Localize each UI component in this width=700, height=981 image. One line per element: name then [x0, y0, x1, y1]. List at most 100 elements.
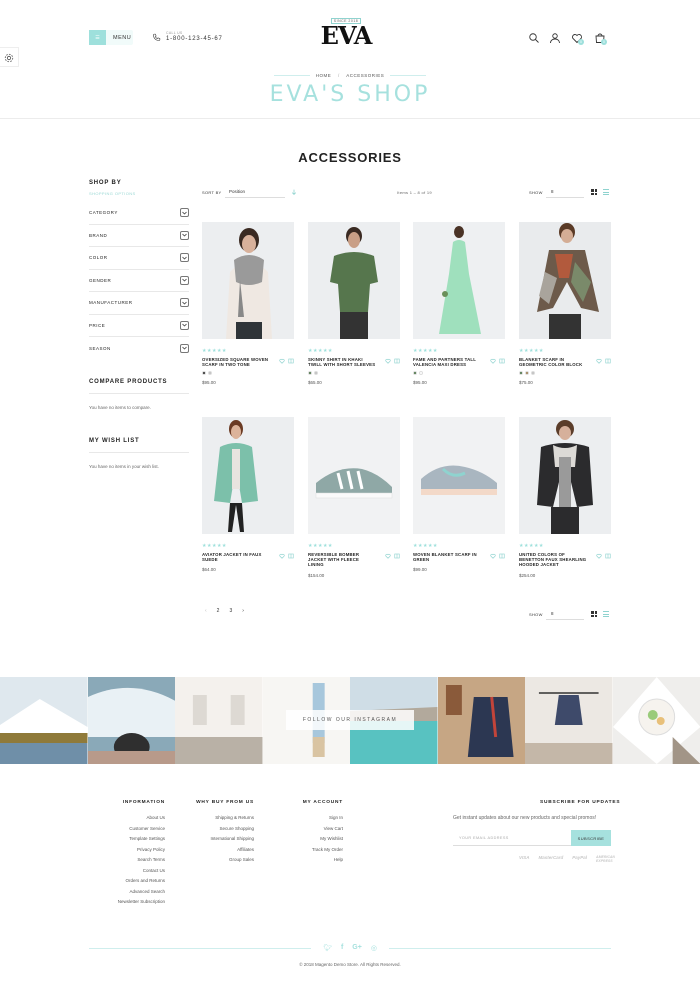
facebook-icon[interactable]: f	[341, 944, 343, 952]
product-name[interactable]: SKINNY SHIRT IN KHAKI TWILL WITH SHORT S…	[308, 357, 376, 367]
subscribe-button[interactable]: SUBSCRIBE	[571, 830, 611, 846]
footer-link[interactable]: Secure Shopping	[190, 824, 254, 835]
instagram-photo[interactable]	[612, 677, 700, 764]
swatch[interactable]	[413, 371, 417, 376]
grid-view-icon[interactable]	[591, 189, 597, 195]
wishlist-heart-icon[interactable]	[279, 553, 285, 559]
product-name[interactable]: OVERSIZED SQUARE WOVEN SCARF IN TWO TONE	[202, 357, 270, 367]
footer-link[interactable]: Search Terms	[100, 855, 165, 866]
footer-link[interactable]: Orders and Returns	[100, 876, 165, 887]
instagram-photo[interactable]	[525, 677, 613, 764]
product-card[interactable]: ★★★★★ FAME AND PARTNERS TALL VALENCIA MA…	[413, 222, 505, 385]
product-image[interactable]	[202, 417, 294, 534]
wishlist-heart-icon[interactable]	[490, 553, 496, 559]
filter-color[interactable]: COLOR	[89, 247, 189, 270]
pager-page[interactable]: 2	[217, 608, 220, 614]
footer-link[interactable]: Sign In	[290, 813, 343, 824]
compare-icon[interactable]	[499, 553, 505, 559]
product-image[interactable]	[413, 417, 505, 534]
footer-link[interactable]: Group Sales	[190, 855, 254, 866]
limiter-select-bottom[interactable]: 8	[546, 608, 584, 620]
swatch[interactable]	[531, 371, 535, 376]
wishlist-link[interactable]: 0	[571, 32, 585, 46]
instagram-photo[interactable]	[437, 677, 525, 764]
product-name[interactable]: UNITED COLORS OF BENETTON FAUX SHEARLING…	[519, 552, 587, 568]
wishlist-heart-icon[interactable]	[385, 358, 391, 364]
swatch[interactable]	[519, 371, 523, 376]
filter-category[interactable]: CATEGORY	[89, 202, 189, 225]
phone-number[interactable]: 1-800-123-45-67	[166, 36, 223, 42]
footer-link[interactable]: Contact Us	[100, 866, 165, 877]
compare-icon[interactable]	[499, 358, 505, 364]
account-icon[interactable]	[549, 32, 561, 44]
pager-next[interactable]: ›	[242, 608, 244, 614]
footer-link[interactable]: Privacy Policy	[100, 845, 165, 856]
instagram-photo[interactable]	[87, 677, 175, 764]
instagram-icon[interactable]: ◎	[371, 944, 377, 952]
footer-link[interactable]: Shipping & Returns	[190, 813, 254, 824]
follow-instagram-button[interactable]: FOLLOW OUR INSTAGRAM	[286, 710, 414, 730]
wishlist-heart-icon[interactable]	[385, 553, 391, 559]
wishlist-heart-icon[interactable]	[596, 553, 602, 559]
product-card[interactable]: ★★★★★ UNITED COLORS OF BENETTON FAUX SHE…	[519, 417, 611, 578]
compare-icon[interactable]	[288, 553, 294, 559]
footer-link[interactable]: Customer Service	[100, 824, 165, 835]
settings-panel-toggle[interactable]	[0, 47, 19, 67]
compare-icon[interactable]	[394, 358, 400, 364]
product-image[interactable]	[202, 222, 294, 339]
footer-link[interactable]: Advanced Search	[100, 887, 165, 898]
product-image[interactable]	[308, 222, 400, 339]
breadcrumb-home[interactable]: HOME	[316, 73, 332, 78]
footer-link[interactable]: View Cart	[290, 824, 343, 835]
swatch[interactable]	[419, 371, 423, 376]
cart-link[interactable]: 0	[594, 32, 608, 46]
footer-link[interactable]: Help	[290, 855, 343, 866]
compare-icon[interactable]	[394, 553, 400, 559]
wishlist-heart-icon[interactable]	[279, 358, 285, 364]
product-image[interactable]	[519, 222, 611, 339]
footer-link[interactable]: Newsletter Subscription	[100, 897, 165, 908]
footer-link[interactable]: Affiliates	[190, 845, 254, 856]
product-name[interactable]: WOVEN BLANKET SCARF IN GREEN	[413, 552, 481, 562]
sort-select[interactable]: Position	[225, 186, 285, 198]
product-name[interactable]: BLANKET SCARF IN GEOMETRIC COLOR BLOCK	[519, 357, 587, 367]
product-card[interactable]: ★★★★★ REVERSIBLE BOMBER JACKET WITH FLEE…	[308, 417, 400, 578]
compare-icon[interactable]	[605, 358, 611, 364]
instagram-photo[interactable]	[0, 677, 88, 764]
filter-gender[interactable]: GENDER	[89, 270, 189, 292]
list-view-icon[interactable]	[603, 189, 609, 195]
product-card[interactable]: ★★★★★ AVIATOR JACKET IN FAUX SUEDE $64.0…	[202, 417, 294, 572]
pager-page[interactable]: 3	[229, 608, 232, 614]
instagram-photo[interactable]	[175, 677, 263, 764]
grid-view-icon[interactable]	[591, 611, 597, 617]
product-image[interactable]	[308, 417, 400, 534]
list-view-icon[interactable]	[603, 611, 609, 617]
swatch[interactable]	[208, 371, 212, 376]
footer-link[interactable]: My Wishlist	[290, 834, 343, 845]
twitter-icon[interactable]: 🐦︎	[323, 944, 332, 952]
google-plus-icon[interactable]: G+	[352, 944, 362, 952]
pager-prev[interactable]: ‹	[205, 608, 207, 614]
footer-link[interactable]: About Us	[100, 813, 165, 824]
limiter-select[interactable]: 8	[546, 186, 584, 198]
search-icon[interactable]	[528, 32, 540, 44]
newsletter-email-input[interactable]: YOUR EMAIL ADDRESS	[453, 830, 571, 846]
product-image[interactable]	[413, 222, 505, 339]
swatch[interactable]	[314, 371, 318, 376]
compare-icon[interactable]	[288, 358, 294, 364]
wishlist-heart-icon[interactable]	[490, 358, 496, 364]
swatch[interactable]	[525, 371, 529, 376]
product-name[interactable]: REVERSIBLE BOMBER JACKET WITH FLEECE LIN…	[308, 552, 376, 568]
compare-icon[interactable]	[605, 553, 611, 559]
sort-direction-icon[interactable]	[291, 189, 297, 195]
product-image[interactable]	[519, 417, 611, 534]
filter-brand[interactable]: BRAND	[89, 225, 189, 247]
filter-season[interactable]: SEASON	[89, 337, 189, 360]
logo[interactable]: SINCE 2018 EVA	[316, 18, 376, 52]
product-card[interactable]: ★★★★★ OVERSIZED SQUARE WOVEN SCARF IN TW…	[202, 222, 294, 385]
wishlist-heart-icon[interactable]	[596, 358, 602, 364]
product-card[interactable]: ★★★★★ BLANKET SCARF IN GEOMETRIC COLOR B…	[519, 222, 611, 385]
swatch[interactable]	[202, 371, 206, 376]
filter-manufacturer[interactable]: MANUFACTURER	[89, 292, 189, 315]
swatch[interactable]	[308, 371, 312, 376]
